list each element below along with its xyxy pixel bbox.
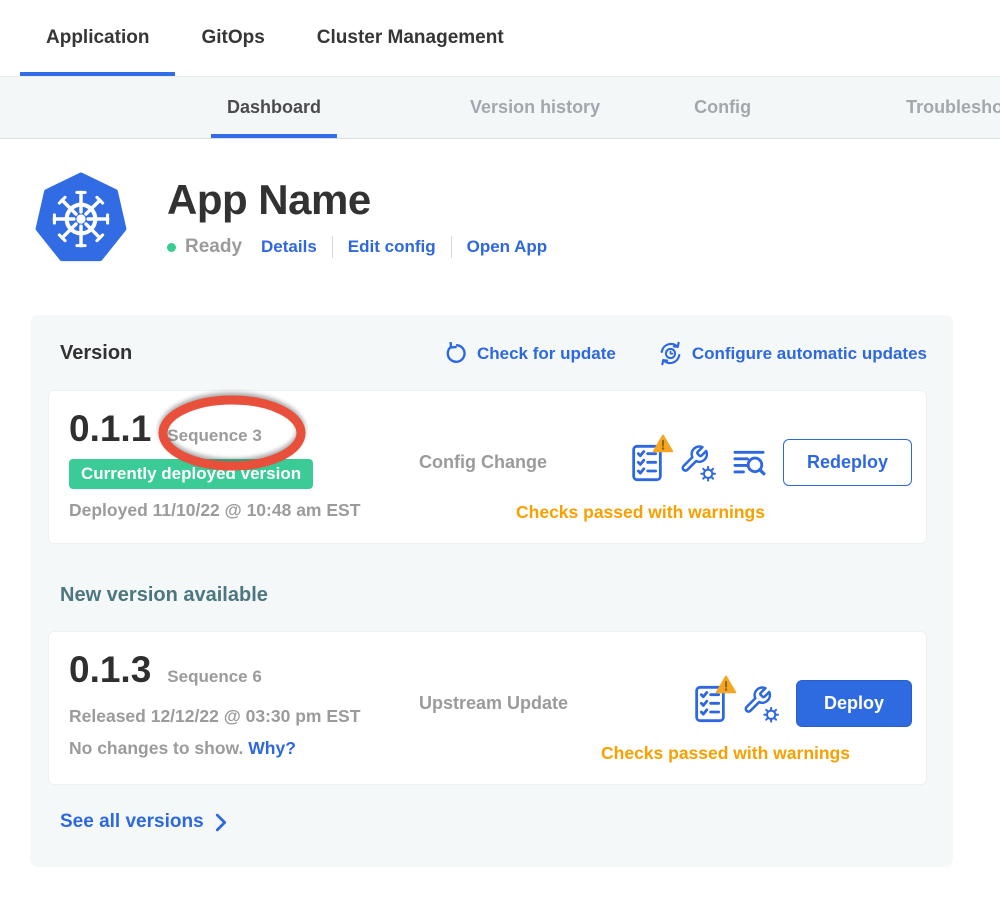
currently-deployed-badge: Currently deployed version <box>69 459 313 489</box>
tab-cluster-management[interactable]: Cluster Management <box>291 0 530 76</box>
config-wrench-icon[interactable] <box>742 685 780 723</box>
preflight-checks-icon[interactable] <box>631 443 663 483</box>
view-diff-icon[interactable] <box>733 448 767 477</box>
current-version-icons <box>631 443 767 483</box>
tab-dashboard[interactable]: Dashboard <box>211 77 337 138</box>
app-status-text: Ready <box>185 236 242 258</box>
why-link[interactable]: Why? <box>248 738 296 758</box>
available-version-info: 0.1.3 Sequence 6 Released 12/12/22 @ 03:… <box>69 650 369 764</box>
tab-version-history[interactable]: Version history <box>454 77 616 138</box>
version-source-label: Upstream Update <box>419 693 568 714</box>
details-link[interactable]: Details <box>261 237 317 257</box>
deploy-button[interactable]: Deploy <box>796 680 912 727</box>
current-version-sequence: Sequence 3 <box>167 426 262 446</box>
config-wrench-icon[interactable] <box>679 444 717 482</box>
kubernetes-logo <box>35 171 127 265</box>
configure-automatic-updates-label: Configure automatic updates <box>692 344 927 364</box>
available-version-icons <box>694 684 780 724</box>
tab-troubleshoot[interactable]: Troubleshoot <box>890 77 1000 138</box>
version-panel-header: Version Check for update Configure <box>48 341 927 366</box>
checks-status-text: Checks passed with warnings <box>369 743 912 764</box>
page-title: App Name <box>167 179 547 221</box>
no-changes-row: No changes to show. Why? <box>69 738 369 759</box>
current-version-number: 0.1.1 <box>69 409 151 449</box>
see-all-versions-link[interactable]: See all versions <box>60 811 228 833</box>
deployed-timestamp: Deployed 11/10/22 @ 10:48 am EST <box>69 500 369 521</box>
chevron-right-icon <box>215 813 228 832</box>
check-for-update-label: Check for update <box>477 344 616 364</box>
redeploy-button[interactable]: Redeploy <box>783 439 912 486</box>
ready-status-dot <box>167 243 176 252</box>
current-version-card: 0.1.1 Sequence 3 Currently deployed vers… <box>48 390 927 544</box>
preflight-checks-icon[interactable] <box>694 684 726 724</box>
version-heading: Version <box>60 342 132 365</box>
version-panel: Version Check for update Configure <box>30 315 953 867</box>
page-nav: Dashboard Version history Config Trouble… <box>0 77 1000 139</box>
released-timestamp: Released 12/12/22 @ 03:30 pm EST <box>69 706 369 727</box>
available-version-number: 0.1.3 <box>69 650 151 690</box>
available-version-card: 0.1.3 Sequence 6 Released 12/12/22 @ 03:… <box>48 631 927 785</box>
app-nav: Application GitOps Cluster Management <box>0 0 1000 77</box>
no-changes-text: No changes to show. <box>69 738 243 758</box>
divider <box>451 236 452 258</box>
check-for-update-button[interactable]: Check for update <box>445 342 616 365</box>
warning-triangle-icon <box>715 675 737 694</box>
checks-status-text: Checks passed with warnings <box>369 502 912 523</box>
refresh-icon <box>445 342 468 365</box>
new-version-heading: New version available <box>60 584 927 607</box>
app-header: App Name Ready Details Edit config Open … <box>35 171 1000 265</box>
tab-gitops[interactable]: GitOps <box>175 0 290 76</box>
app-status-row: Ready Details Edit config Open App <box>167 236 547 258</box>
see-all-versions-label: See all versions <box>60 811 204 833</box>
divider <box>332 236 333 258</box>
available-version-sequence: Sequence 6 <box>167 667 262 687</box>
version-actions: Check for update Configure automatic upd… <box>445 341 927 366</box>
configure-automatic-updates-button[interactable]: Configure automatic updates <box>658 341 927 366</box>
auto-update-icon <box>658 341 683 366</box>
tab-application[interactable]: Application <box>20 0 175 76</box>
edit-config-link[interactable]: Edit config <box>348 237 436 257</box>
tab-config[interactable]: Config <box>678 77 767 138</box>
open-app-link[interactable]: Open App <box>467 237 548 257</box>
current-version-info: 0.1.1 Sequence 3 Currently deployed vers… <box>69 409 369 523</box>
version-source-label: Config Change <box>419 452 547 473</box>
warning-triangle-icon <box>652 434 674 453</box>
